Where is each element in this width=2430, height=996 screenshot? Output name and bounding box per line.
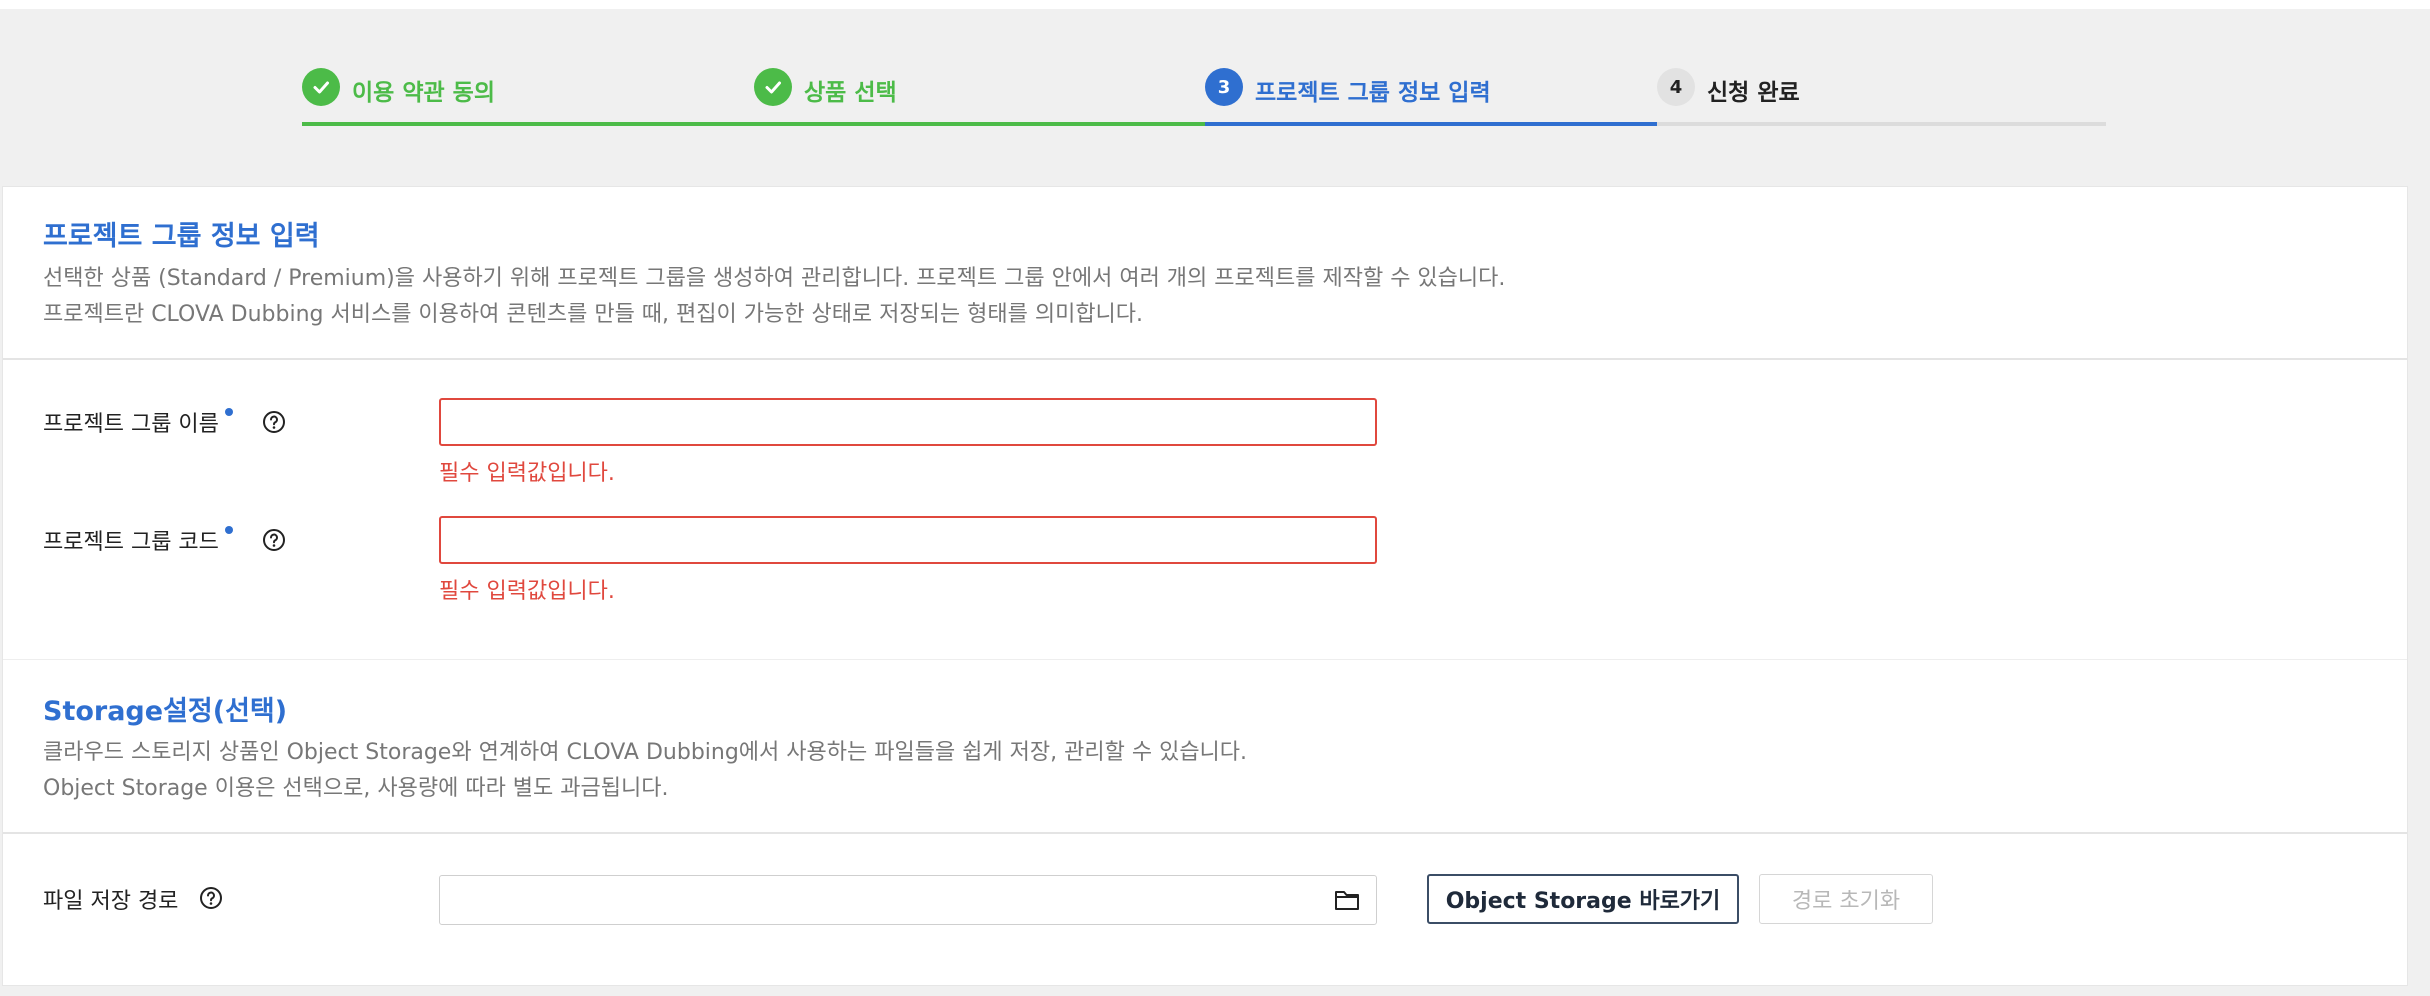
step-label: 신청 완료 [1707, 80, 1800, 106]
project-info-desc-line1: 선택한 상품 (Standard / Premium)을 사용하기 위해 프로젝… [43, 266, 1506, 291]
project-group-code-label: 프로젝트 그룹 코드 [43, 524, 233, 556]
step-progress-bar [302, 122, 754, 126]
step-product-selection: 상품 선택 [754, 62, 1205, 126]
project-group-name-label: 프로젝트 그룹 이름 [43, 406, 233, 438]
form-card: 프로젝트 그룹 정보 입력 선택한 상품 (Standard / Premium… [2, 186, 2408, 986]
check-icon [754, 68, 792, 106]
project-info-desc-line2: 프로젝트란 CLOVA Dubbing 서비스를 이용하여 콘텐츠를 만들 때,… [43, 302, 1144, 327]
help-icon[interactable] [261, 409, 287, 435]
file-path-input[interactable] [439, 875, 1377, 925]
top-strip [0, 0, 2430, 9]
required-dot [224, 526, 233, 534]
object-storage-goto-button[interactable]: Object Storage 바로가기 [1427, 874, 1739, 924]
step-progress-bar [754, 122, 1205, 126]
step-complete: 4 신청 완료 [1657, 62, 2106, 126]
help-icon[interactable] [198, 885, 224, 911]
step-project-group-info: 3 프로젝트 그룹 정보 입력 [1205, 62, 1657, 126]
required-dot [224, 408, 233, 416]
project-group-code-error: 필수 입력값입니다. [439, 579, 615, 604]
field-label-text: 프로젝트 그룹 코드 [43, 530, 219, 555]
step-progress-bar [1657, 122, 2106, 126]
step-number: 3 [1205, 68, 1243, 106]
section-divider [3, 832, 2407, 834]
project-group-code-input[interactable] [439, 516, 1377, 564]
step-label: 이용 약관 동의 [352, 80, 495, 106]
storage-title: Storage설정(선택) [43, 696, 288, 727]
project-info-title: 프로젝트 그룹 정보 입력 [43, 221, 320, 252]
help-icon[interactable] [261, 527, 287, 553]
section-divider [3, 659, 2407, 660]
progress-stepper: 이용 약관 동의 상품 선택 3 프로젝트 그룹 정보 입력 4 신청 완료 [302, 62, 2106, 126]
storage-desc-line2: Object Storage 이용은 선택으로, 사용량에 따라 별도 과금됩니… [43, 776, 669, 801]
step-number: 4 [1657, 68, 1695, 106]
project-group-name-error: 필수 입력값입니다. [439, 461, 615, 486]
folder-icon[interactable] [1334, 889, 1360, 911]
storage-desc-line1: 클라우드 스토리지 상품인 Object Storage와 연계하여 CLOVA… [43, 740, 1248, 765]
field-label-text: 프로젝트 그룹 이름 [43, 412, 219, 437]
step-terms-agreement: 이용 약관 동의 [302, 62, 754, 126]
step-label: 상품 선택 [804, 80, 897, 106]
reset-path-button[interactable]: 경로 초기화 [1759, 874, 1933, 924]
file-path-label: 파일 저장 경로 [43, 889, 179, 914]
step-label: 프로젝트 그룹 정보 입력 [1255, 80, 1491, 106]
project-group-name-input[interactable] [439, 398, 1377, 446]
section-divider [3, 358, 2407, 360]
step-progress-bar [1205, 122, 1657, 126]
check-icon [302, 68, 340, 106]
